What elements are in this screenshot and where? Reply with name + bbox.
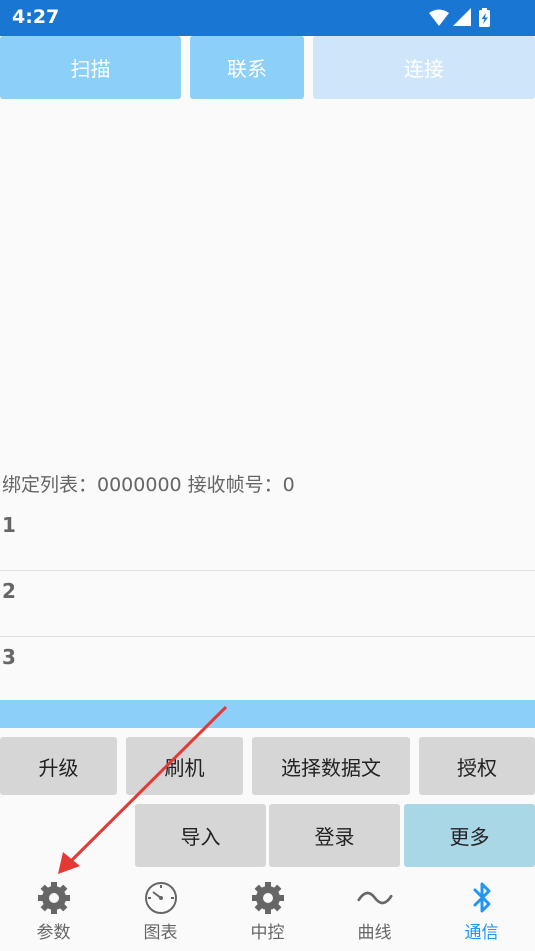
signal-icon <box>453 8 471 26</box>
status-icons <box>427 7 497 29</box>
upgrade-button[interactable]: 升级 <box>0 737 117 795</box>
nav-label: 通信 <box>464 923 499 943</box>
bluetooth-icon <box>464 880 500 916</box>
nav-item-communication[interactable]: 通信 <box>428 868 535 951</box>
nav-label: 曲线 <box>357 923 392 943</box>
wifi-icon <box>429 9 449 26</box>
flash-button[interactable]: 刷机 <box>126 737 243 795</box>
connect-button[interactable]: 连接 <box>313 36 535 99</box>
nav-label: 中控 <box>250 923 285 943</box>
bottom-nav: 参数 图表 中控 曲线 通信 <box>0 868 535 951</box>
list-item-number: 1 <box>2 513 16 537</box>
status-time: 4:27 <box>12 6 60 28</box>
list-item-number: 2 <box>2 579 16 603</box>
nav-label: 图表 <box>143 923 178 943</box>
nav-item-params[interactable]: 参数 <box>0 868 107 951</box>
battery-icon <box>479 8 490 27</box>
nav-label: 参数 <box>36 923 71 943</box>
select-data-file-button[interactable]: 选择数据文 <box>252 737 410 795</box>
list-item[interactable]: 3 <box>0 637 535 703</box>
progress-bar <box>0 700 535 728</box>
wave-icon <box>356 880 393 916</box>
gear-icon <box>36 880 72 916</box>
login-button[interactable]: 登录 <box>269 804 400 867</box>
list-item[interactable]: 1 <box>0 505 535 571</box>
gear-icon <box>250 880 286 916</box>
binding-info: 绑定列表：0000000 接收帧号：0 <box>2 474 295 496</box>
authorize-button[interactable]: 授权 <box>419 737 535 795</box>
contact-button[interactable]: 联系 <box>190 36 304 99</box>
status-bar: 4:27 <box>0 0 535 36</box>
more-button[interactable]: 更多 <box>404 804 535 867</box>
list-item[interactable]: 2 <box>0 571 535 637</box>
nav-item-curves[interactable]: 曲线 <box>321 868 428 951</box>
scan-button[interactable]: 扫描 <box>0 36 181 99</box>
list-item-number: 3 <box>2 645 16 669</box>
gauge-icon <box>143 880 179 916</box>
nav-item-charts[interactable]: 图表 <box>107 868 214 951</box>
nav-item-central-control[interactable]: 中控 <box>214 868 321 951</box>
import-button[interactable]: 导入 <box>135 804 266 867</box>
